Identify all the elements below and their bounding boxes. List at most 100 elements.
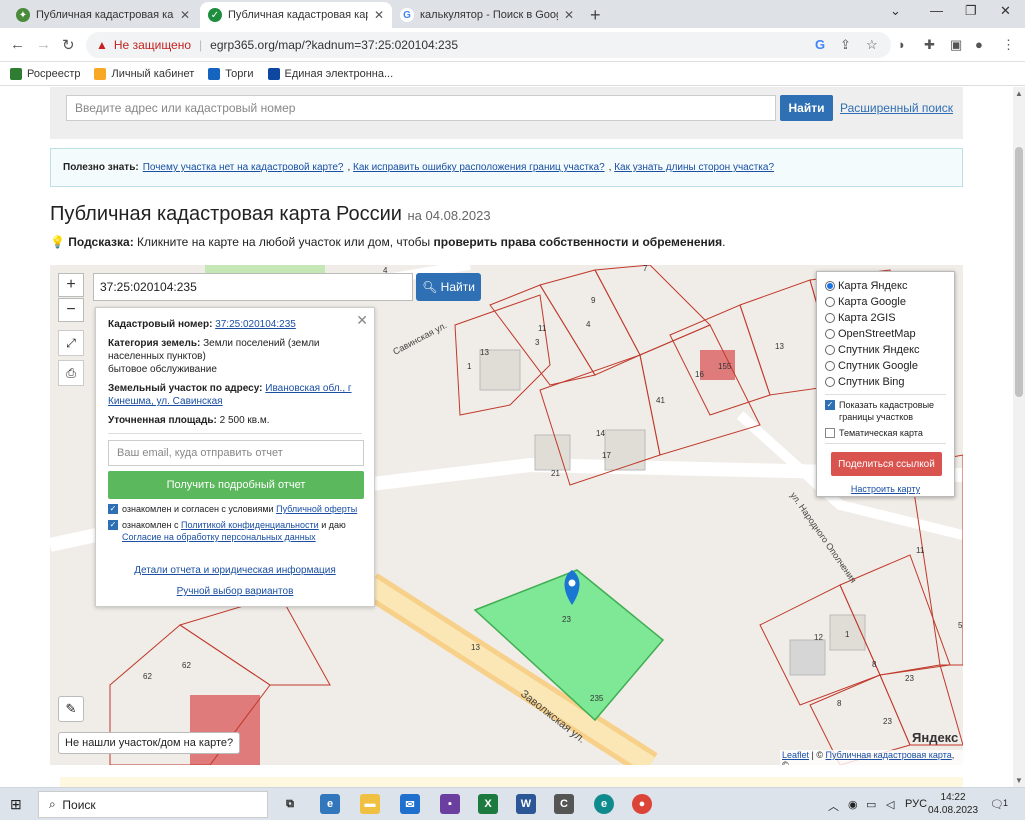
manual-choice-link[interactable]: Ручной выбор вариантов (177, 586, 294, 597)
forward-icon[interactable]: → (36, 36, 51, 53)
consent-link[interactable]: Согласие на обработку персональных данны… (122, 532, 316, 542)
ie-icon[interactable]: e (320, 794, 340, 814)
explorer-icon[interactable]: ▬ (360, 794, 380, 814)
star-icon[interactable]: ☆ (866, 37, 878, 53)
layer-yandex-map[interactable]: Карта Яндекс (825, 278, 946, 294)
notifications-icon[interactable]: 🗨︎ (990, 798, 1004, 811)
ruler-icon[interactable]: ✎ (58, 696, 84, 722)
word-icon[interactable]: W (516, 794, 536, 814)
info-link-1[interactable]: Почему участка нет на кадастровой карте? (143, 162, 344, 173)
offer-link[interactable]: Публичной оферты (276, 504, 357, 514)
close-icon[interactable]: ✕ (564, 8, 574, 22)
scroll-thumb[interactable] (1015, 147, 1023, 397)
layer-google-map[interactable]: Карта Google (825, 294, 946, 310)
windows-start-icon[interactable]: ⊞ (10, 796, 22, 813)
map-find-button[interactable]: 🔍︎ Найти (416, 273, 481, 301)
extension-icon[interactable]: ◗ (898, 37, 906, 52)
omnibox[interactable]: ▲ Не защищено | egrp365.org/map/?kadnum=… (86, 32, 891, 58)
tab-search-icon[interactable]: ⌄ (890, 3, 901, 19)
search-button[interactable]: Найти (780, 95, 833, 121)
print-icon[interactable]: ⎙ (58, 360, 84, 386)
scroll-down-icon[interactable]: ▼ (1015, 776, 1023, 785)
mail-icon[interactable]: ✉ (400, 794, 420, 814)
not-found-button[interactable]: Не нашли участок/дом на карте? (58, 732, 241, 754)
thematic-map-checkbox[interactable]: Тематическая карта (825, 427, 946, 439)
bookmark-rosreestr[interactable]: Росреестр (10, 67, 80, 80)
page-scrollbar[interactable]: ▲ ▼ (1013, 87, 1025, 787)
cadastral-map[interactable]: Савинская ул. ул. Народного Ополчения За… (50, 265, 963, 765)
share-icon[interactable]: ⇪ (840, 37, 851, 53)
sidepanel-icon[interactable]: ▣ (950, 37, 962, 53)
bookmark-edinaya[interactable]: Единая электронна... (267, 67, 393, 80)
close-icon[interactable]: ✕ (374, 8, 384, 22)
tray-up-icon[interactable]: ︿ (828, 798, 839, 814)
configure-map-link[interactable]: Настроить карту (851, 484, 920, 494)
checkbox-checked-icon[interactable]: ✓ (825, 400, 835, 410)
share-link-button[interactable]: Поделиться ссылкой (831, 452, 942, 476)
tab-google[interactable]: G калькулятор - Поиск в Google ✕ (392, 2, 582, 28)
save-icon[interactable]: ▪ (440, 794, 460, 814)
radio-off-icon[interactable] (825, 377, 835, 387)
layer-yandex-sat[interactable]: Спутник Яндекс (825, 342, 946, 358)
not-secure-label[interactable]: Не защищено (114, 38, 191, 52)
agree-privacy-checkbox[interactable]: ✓ ознакомлен с Политикой конфиденциально… (108, 519, 362, 543)
layer-google-sat[interactable]: Спутник Google (825, 358, 946, 374)
new-tab-button[interactable]: + (590, 5, 601, 26)
radio-off-icon[interactable] (825, 345, 835, 355)
excel-icon[interactable]: X (478, 794, 498, 814)
network-icon[interactable]: ▭ (866, 798, 876, 811)
info-link-2[interactable]: Как исправить ошибку расположения границ… (353, 162, 605, 173)
bookmark-torgi[interactable]: Торги (208, 67, 254, 80)
app-c-icon[interactable]: C (554, 794, 574, 814)
profile-icon[interactable]: ● (975, 37, 983, 52)
checkbox-unchecked-icon[interactable] (825, 428, 835, 438)
puzzle-icon[interactable]: ✚ (924, 37, 935, 53)
info-link-3[interactable]: Как узнать длины сторон участка? (614, 162, 774, 173)
close-icon[interactable]: ✕ (356, 312, 368, 329)
minimize-icon[interactable]: — (930, 3, 943, 18)
pkk-link[interactable]: Публичная кадастровая карта (826, 750, 952, 760)
tab-pkk-1[interactable]: ✦ Публичная кадастровая карта ✕ (8, 2, 198, 28)
zoom-out-button[interactable]: − (58, 298, 84, 322)
close-icon[interactable]: ✕ (180, 8, 190, 22)
advanced-search-link[interactable]: Расширенный поиск (840, 101, 953, 115)
layer-bing-sat[interactable]: Спутник Bing (825, 374, 946, 390)
url-text[interactable]: egrp365.org/map/?kadnum=37:25:020104:235 (210, 38, 458, 52)
cad-value-link[interactable]: 37:25:020104:235 (215, 319, 296, 330)
radio-off-icon[interactable] (825, 329, 835, 339)
get-report-button[interactable]: Получить подробный отчет (108, 471, 364, 499)
camera-icon[interactable]: ◉ (848, 798, 858, 811)
task-view-icon[interactable]: ⧉ (280, 794, 300, 814)
tab-pkk-2[interactable]: ✓ Публичная кадастровая карта - ✕ (200, 2, 392, 28)
privacy-link[interactable]: Политикой конфиденциальности (181, 520, 319, 530)
language-indicator[interactable]: РУС (905, 798, 927, 810)
checkbox-checked-icon[interactable]: ✓ (108, 520, 118, 530)
reload-icon[interactable]: ↻ (62, 36, 75, 54)
google-lens-icon[interactable]: G (815, 37, 825, 52)
zoom-in-button[interactable]: + (58, 273, 84, 297)
agree-offer-checkbox[interactable]: ✓ ознакомлен и согласен с условиями Публ… (108, 503, 362, 515)
radio-off-icon[interactable] (825, 313, 835, 323)
layer-2gis[interactable]: Карта 2GIS (825, 310, 946, 326)
bookmark-cabinet[interactable]: Личный кабинет (94, 67, 194, 80)
address-search-input[interactable]: Введите адрес или кадастровый номер (66, 95, 776, 121)
menu-icon[interactable]: ⋮ (1002, 37, 1015, 53)
fullscreen-icon[interactable]: ⤢ (58, 330, 84, 356)
radio-off-icon[interactable] (825, 361, 835, 371)
chrome-icon[interactable]: ● (632, 794, 652, 814)
back-icon[interactable]: ← (10, 36, 25, 53)
leaflet-link[interactable]: Leaflet (782, 750, 809, 760)
clock[interactable]: 14:22 04.08.2023 (928, 791, 978, 817)
show-borders-checkbox[interactable]: ✓ Показать кадастровые границы участков (825, 399, 946, 423)
radio-off-icon[interactable] (825, 297, 835, 307)
cadastral-number-input[interactable]: 37:25:020104:235 (93, 273, 413, 301)
details-link[interactable]: Детали отчета и юридическая информация (134, 565, 336, 576)
email-field[interactable]: Ваш email, куда отправить отчет (108, 440, 364, 466)
radio-on-icon[interactable] (825, 281, 835, 291)
taskbar-search[interactable]: ⌕ Поиск (38, 791, 268, 818)
close-window-icon[interactable]: ✕ (1000, 3, 1011, 19)
scroll-up-icon[interactable]: ▲ (1015, 89, 1023, 98)
checkbox-checked-icon[interactable]: ✓ (108, 504, 118, 514)
restore-icon[interactable]: ❐ (965, 3, 977, 19)
edge-icon[interactable]: e (594, 794, 614, 814)
